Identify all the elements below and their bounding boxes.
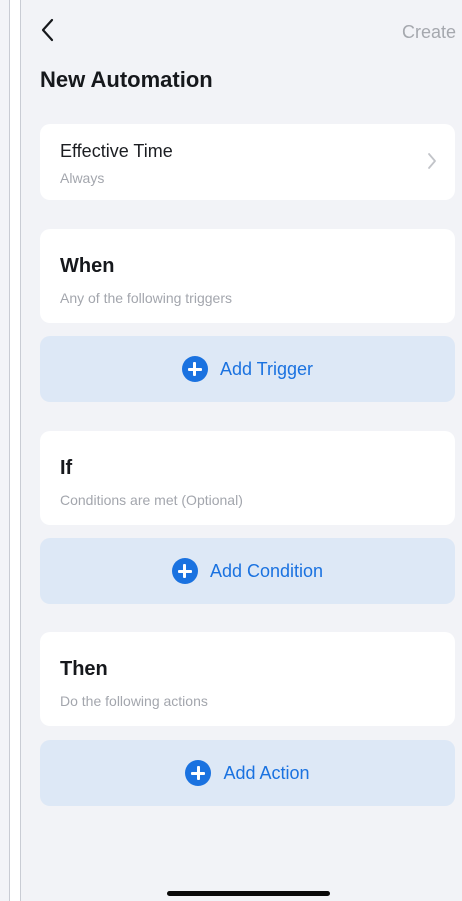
- automation-screen: Create New Automation Effective Time Alw…: [21, 0, 462, 901]
- chevron-right-icon: [428, 153, 436, 169]
- plus-circle-icon: [181, 356, 208, 382]
- chevron-left-icon: [41, 18, 54, 42]
- then-title: Then: [60, 658, 108, 680]
- effective-time-row[interactable]: Effective Time Always: [40, 124, 455, 200]
- when-title: When: [60, 255, 115, 277]
- plus-circle-icon: [185, 760, 212, 786]
- then-subtitle: Do the following actions: [60, 693, 208, 709]
- home-indicator: [167, 891, 330, 896]
- page-title: New Automation: [40, 67, 213, 92]
- effective-time-label: Effective Time: [60, 141, 173, 161]
- plus-circle-icon: [171, 558, 198, 584]
- when-section-card: When Any of the following triggers: [40, 229, 455, 323]
- add-trigger-button[interactable]: Add Trigger: [40, 336, 455, 402]
- then-section-card: Then Do the following actions: [40, 632, 455, 726]
- when-subtitle: Any of the following triggers: [60, 290, 232, 306]
- back-button[interactable]: [37, 16, 61, 44]
- if-title: If: [60, 457, 73, 479]
- add-action-label: Add Action: [223, 762, 310, 783]
- add-condition-label: Add Condition: [209, 560, 324, 581]
- navigation-bar: Create: [21, 0, 462, 62]
- effective-time-value: Always: [60, 170, 105, 186]
- add-trigger-label: Add Trigger: [219, 358, 314, 379]
- add-condition-button[interactable]: Add Condition: [40, 538, 455, 604]
- left-panel-edge: [0, 0, 9, 901]
- if-section-card: If Conditions are met (Optional): [40, 431, 455, 525]
- panel-divider: [9, 0, 10, 901]
- if-subtitle: Conditions are met (Optional): [60, 492, 243, 508]
- add-action-button[interactable]: Add Action: [40, 740, 455, 806]
- create-button[interactable]: Create: [402, 22, 456, 43]
